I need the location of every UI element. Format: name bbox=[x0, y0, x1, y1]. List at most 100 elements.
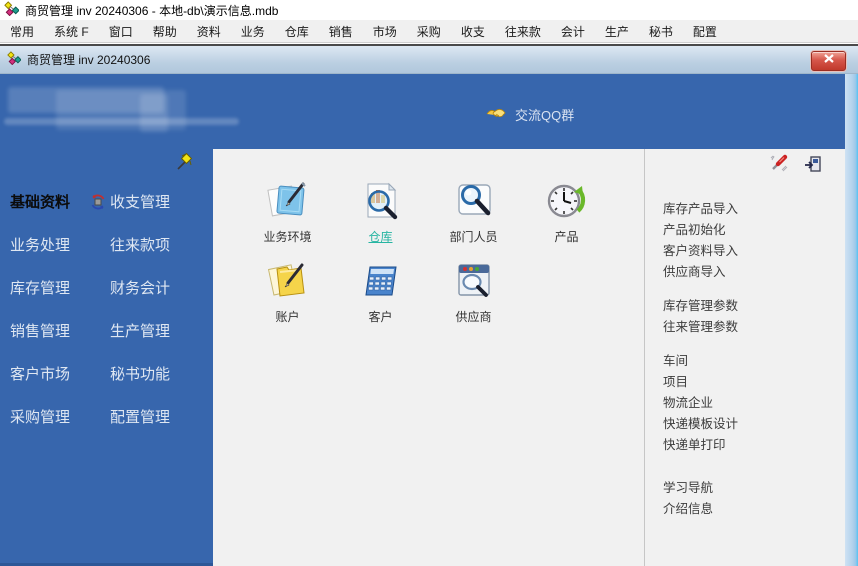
clock-green-arrow-icon bbox=[544, 179, 590, 225]
magnifier-box-icon bbox=[451, 179, 497, 225]
sidebar-item-label: 销售管理 bbox=[10, 320, 70, 341]
menu-item-shengchan[interactable]: 生产 bbox=[595, 20, 639, 43]
shortcut-label: 产品 bbox=[554, 228, 578, 245]
menu-item-mishu[interactable]: 秘书 bbox=[639, 20, 683, 43]
menu-item-cangku[interactable]: 仓库 bbox=[275, 20, 319, 43]
window-search-icon bbox=[451, 259, 497, 305]
sidebar-item-shengchanguanli[interactable]: 生产管理 bbox=[88, 309, 213, 352]
link-xiangmu[interactable]: 项目 bbox=[663, 372, 844, 393]
link-kuaidimobansheji[interactable]: 快递模板设计 bbox=[663, 414, 844, 435]
calculator-icon bbox=[358, 259, 404, 305]
sidebar-item-label: 秘书功能 bbox=[110, 363, 170, 384]
menu-item-yewu[interactable]: 业务 bbox=[231, 20, 275, 43]
blue-folder-pencil-icon bbox=[265, 179, 311, 225]
link-kucunguanlicanshu[interactable]: 库存管理参数 bbox=[663, 296, 844, 317]
pushpin-icon[interactable] bbox=[176, 153, 193, 175]
handshake-icon bbox=[486, 106, 506, 124]
link-group-help: 学习导航 介绍信息 bbox=[663, 478, 844, 520]
shortcut-gongyingshang[interactable]: 供应商 bbox=[427, 259, 520, 339]
yellow-folder-pencil-icon bbox=[265, 259, 311, 305]
shortcut-cangku[interactable]: 仓库 bbox=[334, 179, 427, 259]
shortcut-kehu[interactable]: 客户 bbox=[334, 259, 427, 339]
menu-item-shouzhi[interactable]: 收支 bbox=[451, 20, 495, 43]
menu-item-caigou[interactable]: 采购 bbox=[407, 20, 451, 43]
shortcut-label: 账户 bbox=[275, 308, 299, 325]
shortcut-zhanghu[interactable]: 账户 bbox=[241, 259, 334, 339]
sidebar-item-caiwukuaiji[interactable]: 财务会计 bbox=[88, 266, 213, 309]
menu-item-changyong[interactable]: 常用 bbox=[0, 20, 44, 43]
sidebar-item-label: 生产管理 bbox=[110, 320, 170, 341]
link-wuliuqiye[interactable]: 物流企业 bbox=[663, 393, 844, 414]
sidebar-item-label: 配置管理 bbox=[110, 406, 170, 427]
menu-item-xitong[interactable]: 系统 F bbox=[44, 20, 99, 43]
link-kehuziliaodaoru[interactable]: 客户资料导入 bbox=[663, 241, 844, 262]
link-jieshaoxinxi[interactable]: 介绍信息 bbox=[663, 499, 844, 520]
app-title: 商贸管理 inv 20240306 - 本地-db\演示信息.mdb bbox=[25, 2, 278, 19]
menu-item-chuangkou[interactable]: 窗口 bbox=[99, 20, 143, 43]
qq-group-link[interactable]: 交流QQ群 bbox=[486, 105, 574, 124]
sidebar-item-label: 往来款项 bbox=[110, 234, 170, 255]
sidebar-item-label: 基础资料 bbox=[10, 191, 70, 212]
link-wanglaiguanlicanshu[interactable]: 往来管理参数 bbox=[663, 317, 844, 338]
sidebar-item-shouzhiguanli[interactable]: 收支管理 bbox=[88, 180, 213, 223]
shortcut-bumenrenyuan[interactable]: 部门人员 bbox=[427, 179, 520, 259]
close-button[interactable] bbox=[811, 51, 846, 71]
inner-window-title: 商贸管理 inv 20240306 bbox=[27, 51, 150, 68]
link-chejian[interactable]: 车间 bbox=[663, 351, 844, 372]
sidebar-item-label: 财务会计 bbox=[110, 277, 170, 298]
sidebar: 基础资料 收支管理 业务处理 往来款项 库存管理 财务会计 销售管理 生产 bbox=[0, 149, 213, 566]
sidebar-item-label: 采购管理 bbox=[10, 406, 70, 427]
menu-item-shichang[interactable]: 市场 bbox=[363, 20, 407, 43]
menu-item-xiaoshou[interactable]: 销售 bbox=[319, 20, 363, 43]
shortcut-label: 仓库 bbox=[368, 228, 392, 245]
app-titlebar: 商贸管理 inv 20240306 - 本地-db\演示信息.mdb bbox=[0, 0, 858, 20]
sidebar-item-jichuziliao[interactable]: 基础资料 bbox=[0, 180, 88, 223]
sidebar-item-label: 库存管理 bbox=[10, 277, 70, 298]
shortcut-label: 业务环境 bbox=[263, 228, 311, 245]
menu-item-bangzhu[interactable]: 帮助 bbox=[143, 20, 187, 43]
qq-group-label: 交流QQ群 bbox=[515, 105, 574, 124]
sidebar-item-caigouguanli[interactable]: 采购管理 bbox=[0, 395, 88, 438]
sidebar-menu: 基础资料 收支管理 业务处理 往来款项 库存管理 财务会计 销售管理 生产 bbox=[0, 180, 213, 438]
menu-item-wanglaikuan[interactable]: 往来款 bbox=[495, 20, 551, 43]
sidebar-item-kucunguanli[interactable]: 库存管理 bbox=[0, 266, 88, 309]
shortcut-label: 供应商 bbox=[455, 308, 491, 325]
sidebar-item-wanglaikuanxiang[interactable]: 往来款项 bbox=[88, 223, 213, 266]
app-logo-icon bbox=[4, 1, 19, 19]
inner-window-logo-icon bbox=[7, 51, 21, 68]
shortcut-grid: 业务环境 仓库 bbox=[241, 179, 613, 339]
menu-item-ziliao[interactable]: 资料 bbox=[187, 20, 231, 43]
link-chanpinchushihua[interactable]: 产品初始化 bbox=[663, 220, 844, 241]
sidebar-item-label: 业务处理 bbox=[10, 234, 70, 255]
shortcut-label: 客户 bbox=[368, 308, 392, 325]
shortcut-yewuhuanjing[interactable]: 业务环境 bbox=[241, 179, 334, 259]
window-right-border bbox=[845, 74, 858, 566]
redacted-text-block bbox=[4, 118, 239, 125]
link-xuexidaohang[interactable]: 学习导航 bbox=[663, 478, 844, 499]
menu-item-kuaiji[interactable]: 会计 bbox=[551, 20, 595, 43]
menu-item-peizhi[interactable]: 配置 bbox=[683, 20, 727, 43]
document-search-icon bbox=[358, 179, 404, 225]
inner-window-titlebar: 商贸管理 inv 20240306 bbox=[0, 46, 858, 74]
sidebar-item-xiaoshouguanli[interactable]: 销售管理 bbox=[0, 309, 88, 352]
shortcut-chanpin[interactable]: 产品 bbox=[520, 179, 613, 259]
redacted-text-block bbox=[140, 94, 168, 132]
refresh-orbit-icon bbox=[90, 194, 106, 210]
sidebar-item-label: 收支管理 bbox=[110, 191, 170, 212]
menu-bar: 常用 系统 F 窗口 帮助 资料 业务 仓库 销售 市场 采购 收支 往来款 会… bbox=[0, 20, 858, 43]
sidebar-item-yewuchuli[interactable]: 业务处理 bbox=[0, 223, 88, 266]
link-kucunchanpindaoru[interactable]: 库存产品导入 bbox=[663, 199, 844, 220]
sidebar-item-mishugongneng[interactable]: 秘书功能 bbox=[88, 352, 213, 395]
right-links-panel: 库存产品导入 产品初始化 客户资料导入 供应商导入 库存管理参数 往来管理参数 … bbox=[644, 149, 844, 566]
main-panel: 业务环境 仓库 bbox=[213, 149, 845, 566]
inner-window: 商贸管理 inv 20240306 交流QQ群 bbox=[0, 44, 858, 564]
link-group-misc: 车间 项目 物流企业 快递模板设计 快递单打印 bbox=[663, 351, 844, 456]
sidebar-item-kehushichang[interactable]: 客户市场 bbox=[0, 352, 88, 395]
link-kuaidandayin[interactable]: 快递单打印 bbox=[663, 435, 844, 456]
sidebar-item-label: 客户市场 bbox=[10, 363, 70, 384]
link-group-import: 库存产品导入 产品初始化 客户资料导入 供应商导入 bbox=[663, 199, 844, 283]
link-gongyingshangdaoru[interactable]: 供应商导入 bbox=[663, 262, 844, 283]
banner: 交流QQ群 bbox=[0, 74, 845, 149]
sidebar-item-peizhiguanli[interactable]: 配置管理 bbox=[88, 395, 213, 438]
shortcut-label: 部门人员 bbox=[449, 228, 497, 245]
